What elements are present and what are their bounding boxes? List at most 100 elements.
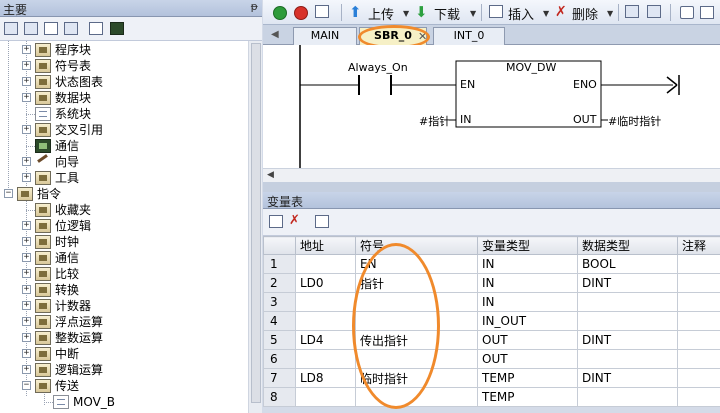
col-header-address[interactable]: 地址 (295, 236, 356, 255)
expand-icon[interactable]: + (22, 301, 31, 310)
chevron-down-icon[interactable]: ▼ (470, 9, 476, 18)
expand-icon[interactable]: + (22, 77, 31, 86)
expand-icon[interactable]: + (22, 253, 31, 262)
table-row[interactable]: 7 LD8 临时指针 TEMP DINT (263, 368, 720, 388)
col-header-data-type[interactable]: 数据类型 (577, 236, 678, 255)
arrow-icon[interactable] (700, 6, 714, 19)
var-type-cell[interactable]: IN_OUT (477, 311, 578, 331)
expand-icon[interactable]: + (22, 269, 31, 278)
expand-icon[interactable]: + (22, 333, 31, 342)
data-type-cell[interactable]: DINT (577, 273, 678, 293)
data-type-cell[interactable]: DINT (577, 368, 678, 388)
comment-cell[interactable] (677, 368, 720, 388)
compile-icon[interactable] (315, 5, 329, 18)
expand-icon[interactable]: + (22, 221, 31, 230)
scrollbar-thumb[interactable] (251, 43, 261, 403)
paste-icon[interactable] (315, 215, 329, 228)
table-row[interactable]: 5 LD4 传出指针 OUT DINT (263, 330, 720, 350)
data-type-cell[interactable] (577, 349, 678, 369)
tree-scrollbar[interactable] (248, 41, 262, 413)
table-row[interactable]: 4 IN_OUT (263, 311, 720, 331)
data-type-cell[interactable] (577, 387, 678, 407)
document-icon[interactable] (44, 22, 58, 35)
var-type-cell[interactable]: IN (477, 273, 578, 293)
comment-cell[interactable] (677, 311, 720, 331)
pin-icon[interactable]: ᵽ (251, 0, 258, 13)
run-icon[interactable] (273, 6, 287, 20)
expand-icon[interactable]: + (22, 125, 31, 134)
var-type-cell[interactable]: TEMP (477, 387, 578, 407)
insert-button[interactable]: 插入 (508, 4, 534, 23)
collapse-icon[interactable]: − (4, 189, 13, 198)
network-icon[interactable] (625, 5, 639, 18)
expand-icon[interactable]: + (22, 349, 31, 358)
delete-button[interactable]: 删除 (572, 4, 598, 23)
expand-icon[interactable]: + (22, 45, 31, 54)
expand-icon[interactable]: + (22, 317, 31, 326)
in-operand[interactable]: #指针 (419, 113, 450, 129)
insert-row-icon[interactable] (269, 215, 283, 228)
expand-icon[interactable]: + (22, 93, 31, 102)
address-cell[interactable] (295, 292, 356, 312)
comment-cell[interactable] (677, 387, 720, 407)
var-type-cell[interactable]: OUT (477, 330, 578, 350)
expand-icon[interactable]: + (22, 173, 31, 182)
var-type-cell[interactable]: TEMP (477, 368, 578, 388)
address-cell[interactable] (295, 387, 356, 407)
tab-scroll-left-icon[interactable]: ◀ (271, 29, 279, 40)
comment-cell[interactable] (677, 330, 720, 350)
table-row[interactable]: 8 TEMP (263, 387, 720, 407)
stop-icon[interactable] (294, 6, 308, 20)
var-type-cell[interactable]: IN (477, 254, 578, 274)
address-cell[interactable] (295, 254, 356, 274)
col-header-comment[interactable]: 注释 (677, 236, 720, 255)
contact-label[interactable]: Always_On (348, 61, 408, 74)
address-cell[interactable] (295, 311, 356, 331)
table-icon[interactable] (24, 22, 38, 35)
collapse-icon[interactable]: − (22, 381, 31, 390)
table-row[interactable]: 3 IN (263, 292, 720, 312)
data-type-cell[interactable] (577, 311, 678, 331)
out-operand[interactable]: #临时指针 (608, 113, 661, 129)
ladder-hscrollbar[interactable]: ◀ (263, 168, 720, 182)
chevron-down-icon[interactable]: ▼ (607, 9, 613, 18)
monitor-icon[interactable] (110, 22, 124, 35)
var-type-cell[interactable]: OUT (477, 349, 578, 369)
upload-button[interactable]: 上传 (368, 4, 394, 23)
address-cell[interactable] (295, 349, 356, 369)
view-icon[interactable] (4, 22, 18, 35)
data-type-cell[interactable] (577, 292, 678, 312)
address-cell[interactable]: LD0 (295, 273, 356, 293)
expand-icon[interactable]: + (22, 157, 31, 166)
expand-icon[interactable]: + (22, 365, 31, 374)
network-alt-icon[interactable] (647, 5, 661, 18)
comment-cell[interactable] (677, 292, 720, 312)
comment-cell[interactable] (677, 273, 720, 293)
data-type-cell[interactable]: BOOL (577, 254, 678, 274)
box-icon[interactable] (680, 6, 694, 19)
grid-icon[interactable] (64, 22, 78, 35)
var-type-cell[interactable]: IN (477, 292, 578, 312)
data-type-cell[interactable]: DINT (577, 330, 678, 350)
expand-icon[interactable]: + (22, 237, 31, 246)
download-button[interactable]: 下载 (434, 4, 460, 23)
address-cell[interactable]: LD4 (295, 330, 356, 350)
delete-row-icon[interactable]: ✗ (289, 213, 300, 228)
comment-cell[interactable] (677, 254, 720, 274)
comment-cell[interactable] (677, 349, 720, 369)
expand-icon[interactable]: + (22, 61, 31, 70)
tab-int-0[interactable]: INT_0 (433, 27, 505, 45)
col-header-var-type[interactable]: 变量类型 (477, 236, 578, 255)
expand-icon[interactable]: + (22, 285, 31, 294)
instruction-box-title[interactable]: MOV_DW (506, 61, 556, 74)
chevron-down-icon[interactable]: ▼ (403, 9, 409, 18)
table-row[interactable]: 1 EN IN BOOL (263, 254, 720, 274)
scroll-left-icon[interactable]: ◀ (267, 170, 274, 180)
table-row[interactable]: 2 LD0 指针 IN DINT (263, 273, 720, 293)
address-cell[interactable]: LD8 (295, 368, 356, 388)
chevron-down-icon[interactable]: ▼ (543, 9, 549, 18)
table-row[interactable]: 6 OUT (263, 349, 720, 369)
tab-main[interactable]: MAIN (293, 27, 357, 45)
pane-splitter[interactable] (263, 182, 720, 192)
page-icon[interactable] (89, 22, 103, 35)
